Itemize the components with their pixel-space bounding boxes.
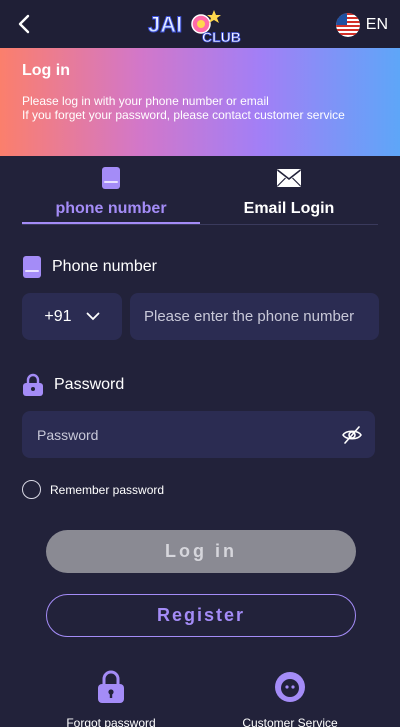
us-flag-icon bbox=[335, 13, 360, 37]
forgot-password-link[interactable]: Forgot password bbox=[51, 670, 171, 727]
lock-icon bbox=[98, 670, 124, 703]
password-field bbox=[22, 411, 375, 458]
password-label-row: Password bbox=[22, 373, 124, 397]
banner-title: Log in bbox=[22, 62, 70, 79]
envelope-icon bbox=[277, 169, 301, 187]
lock-icon bbox=[23, 373, 43, 396]
remember-radio[interactable] bbox=[22, 480, 41, 499]
chevron-left-icon bbox=[18, 14, 30, 34]
language-label: EN bbox=[365, 16, 388, 33]
phone-number-label: Phone number bbox=[52, 258, 157, 275]
phone-icon bbox=[102, 167, 120, 189]
phone-icon bbox=[23, 256, 41, 278]
login-method-tabs: phone number Email Login bbox=[22, 160, 378, 226]
register-button[interactable]: Register bbox=[46, 594, 356, 637]
chevron-down-icon bbox=[86, 312, 99, 321]
tab-label: Email Login bbox=[243, 200, 335, 217]
svg-text:CLUB: CLUB bbox=[202, 29, 241, 45]
banner-instruction-1: Please log in with your phone number or … bbox=[22, 94, 269, 108]
country-code-value: +91 bbox=[44, 307, 72, 325]
password-label: Password bbox=[54, 376, 125, 393]
customer-service-label: Customer Service bbox=[242, 716, 338, 727]
password-input[interactable] bbox=[22, 411, 332, 458]
phone-number-label-row: Phone number bbox=[22, 255, 157, 279]
eye-off-icon[interactable] bbox=[341, 424, 363, 446]
tab-email-login[interactable]: Email Login bbox=[200, 160, 378, 226]
country-code-select[interactable]: +91 bbox=[22, 293, 122, 340]
login-button[interactable]: Log in bbox=[46, 530, 356, 573]
forgot-password-label: Forgot password bbox=[66, 716, 156, 727]
language-selector[interactable]: EN bbox=[335, 12, 388, 38]
customer-service-link[interactable]: Customer Service bbox=[230, 670, 350, 727]
banner-instruction-2: If you forget your password, please cont… bbox=[22, 108, 345, 122]
login-banner: Log in Please log in with your phone num… bbox=[0, 48, 400, 156]
phone-number-input[interactable] bbox=[130, 293, 379, 340]
remember-label: Remember password bbox=[50, 482, 165, 497]
remember-password-option[interactable]: Remember password bbox=[22, 480, 164, 499]
svg-text:JAI: JAI bbox=[148, 12, 182, 37]
customer-service-icon bbox=[275, 672, 305, 702]
jai-club-logo: JAI CLUB bbox=[148, 10, 241, 45]
tab-label: phone number bbox=[55, 200, 167, 217]
back-button[interactable] bbox=[12, 12, 36, 36]
top-bar: JAI CLUB EN bbox=[0, 0, 400, 48]
tab-phone-number[interactable]: phone number bbox=[22, 160, 200, 226]
tabs-divider bbox=[22, 224, 378, 225]
